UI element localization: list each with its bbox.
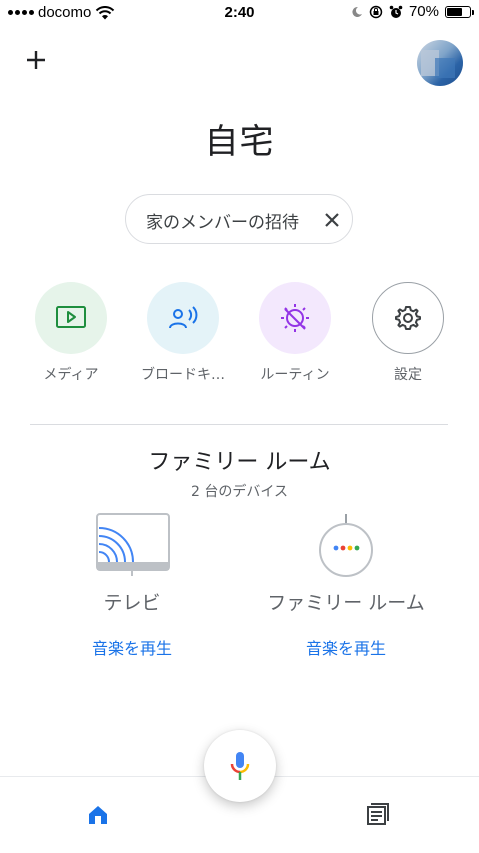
- home-mini-name: ファミリー ルーム: [267, 592, 425, 614]
- settings-action[interactable]: 設定: [358, 282, 458, 384]
- battery-icon: [445, 5, 474, 18]
- media-action[interactable]: メディア: [21, 282, 121, 384]
- routine-sun-icon: [281, 304, 309, 332]
- invite-members-chip[interactable]: 家のメンバーの招待: [125, 194, 353, 244]
- broadcast-action[interactable]: ブロードキ…: [133, 282, 233, 384]
- routine-label: ルーティン: [260, 367, 330, 383]
- google-home-mini-icon: [319, 514, 373, 577]
- routine-action[interactable]: ルーティン: [245, 282, 345, 384]
- home-icon[interactable]: [86, 803, 110, 827]
- room-name[interactable]: ファミリー ルーム: [0, 444, 479, 476]
- rotation-lock-icon: [369, 5, 383, 18]
- close-icon[interactable]: [323, 211, 341, 229]
- status-right: 70%: [351, 3, 474, 20]
- home-mini-play-music-link[interactable]: 音楽を再生: [246, 635, 446, 659]
- plus-icon[interactable]: [22, 46, 50, 74]
- broadcast-icon: [169, 306, 198, 329]
- home-mini-device[interactable]: ファミリー ルーム 音楽を再生: [246, 512, 446, 659]
- broadcast-button[interactable]: [147, 282, 219, 354]
- media-play-icon: [56, 306, 86, 328]
- tv-play-music-link[interactable]: 音楽を再生: [32, 635, 232, 659]
- battery-percent: 70%: [408, 3, 439, 20]
- battery-fill: [447, 7, 462, 16]
- section-divider: [30, 424, 448, 425]
- status-bar: docomo 2:40 70%: [0, 0, 479, 28]
- broadcast-label: ブロードキ…: [141, 367, 225, 383]
- microphone-icon: [230, 752, 250, 780]
- tv-cast-icon: [96, 513, 170, 576]
- tv-name: テレビ: [103, 592, 161, 614]
- settings-button[interactable]: [372, 282, 444, 354]
- microphone-button[interactable]: [204, 730, 276, 802]
- invite-members-label: 家のメンバーの招待: [146, 213, 299, 233]
- routine-button[interactable]: [259, 282, 331, 354]
- gear-icon: [395, 306, 421, 330]
- moon-icon: [352, 6, 362, 17]
- settings-label: 設定: [394, 367, 422, 383]
- media-button[interactable]: [35, 282, 107, 354]
- account-avatar[interactable]: [417, 40, 463, 86]
- tv-device[interactable]: テレビ 音楽を再生: [32, 512, 232, 659]
- media-label: メディア: [43, 367, 99, 383]
- feed-icon[interactable]: [366, 801, 392, 827]
- alarm-icon: [389, 5, 403, 18]
- device-count: 2 台のデバイス: [191, 484, 288, 500]
- page-title: 自宅: [204, 122, 275, 162]
